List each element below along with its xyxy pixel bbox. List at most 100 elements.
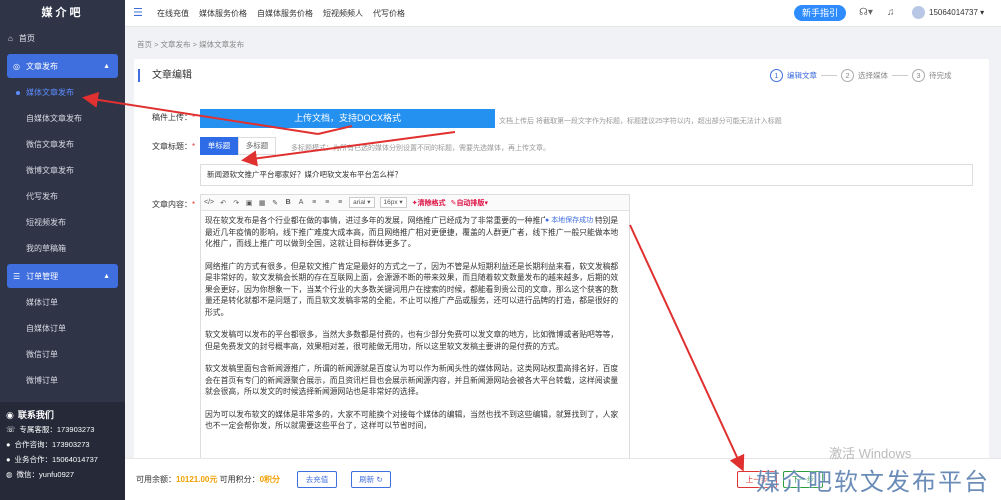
step-number: 2 [841,69,854,82]
contact-wechat: 微信：yunfu0927 [16,470,75,479]
windows-activation-watermark: 激活 Windows [829,446,912,461]
upload-hint: 文档上传后 将截取第一段文字作为标题，标题建议25字符以内，超出部分可能无法计入… [499,118,782,125]
points-value: 0积分 [259,475,281,484]
upload-docx-button[interactable]: 上传文档，支持DOCX格式 [200,109,495,128]
recharge-button[interactable]: 去充值 [297,471,337,488]
breadcrumb: 首页 > 文章发布 > 媒体文章发布 [137,40,245,49]
sidebar-item-media-orders[interactable]: 媒体订单 [0,290,125,316]
balance-info: 可用余额：10121.00元 可用积分：0积分 [136,474,280,485]
tab-multi-title[interactable]: 多标题 [238,137,276,155]
tab-single-title[interactable]: 单标题 [200,137,238,155]
headset-icon: ☏ [6,425,16,434]
contact-row: ◍ 微信：yunfu0927 [6,467,119,482]
clear-format-label: 清除格式 [417,199,446,207]
contact-row: ● 合作咨询：173903273 [6,437,119,452]
home-icon: ⌂ [8,34,13,43]
table-icon[interactable]: ▦ [258,199,266,207]
sidebar-item-weibo-article[interactable]: 微博文章发布 [0,158,125,184]
bold-icon[interactable]: B [284,199,292,206]
list-icon: ☰ [13,271,21,281]
sidebar-item-wechat-article[interactable]: 微信文章发布 [0,132,125,158]
topbar-link-ghostwrite-price[interactable]: 代写价格 [373,8,405,19]
refresh-button[interactable]: 刷新 ↻ [351,471,391,488]
sidebar-item-ghostwrite[interactable]: 代写发布 [0,184,125,210]
step-divider [821,75,837,76]
font-family-select[interactable]: arial ▾ [349,197,375,208]
step-divider [892,75,908,76]
contact-panel: ◉ 联系我们 ☏ 专属客服：173903273 ● 合作咨询：173903273 ●… [0,402,125,500]
step-number: 3 [912,69,925,82]
editor-content[interactable]: 现在软文发布是各个行业都在做的事情，进过多年的发展，网络推广已经成为了非常重要的… [201,211,629,499]
paragraph: 软文发稿里面包含新闻源推广，所谓的新闻源就是百度认为可以作为新闻头性的媒体网站，… [205,364,619,396]
topbar: ☰ 在线充值 媒体服务价格 自媒体服务价格 短视频频人 代写价格 新手指引 ☊▾… [125,0,1001,27]
refresh-icon: ↻ [376,475,383,484]
step-3: 3 待完成 [912,69,952,82]
caret-up-icon: ▲ [103,62,110,70]
nav-group-orders[interactable]: ☰ 订单管理 ▲ [7,264,118,288]
topbar-link-media-price[interactable]: 媒体服务价格 [199,8,247,19]
balance-value: 10121.00元 [176,475,218,484]
bell-icon[interactable]: ♫ [887,7,895,18]
undo-icon[interactable]: ↶ [219,199,227,207]
nav-home-label: 首页 [18,34,35,43]
sidebar-item-weibo-orders[interactable]: 微博订单 [0,368,125,394]
contact-service: 专属客服：173903273 [19,425,95,434]
sidebar-item-selfmedia-article[interactable]: 自媒体文章发布 [0,106,125,132]
help-guide-button[interactable]: 新手指引 [794,5,846,21]
step-label: 待完成 [929,71,952,80]
brand-watermark: 媒介吧软文发布平台 [756,469,990,496]
wechat-icon: ◍ [6,470,13,479]
username[interactable]: 15064014737 ▾ [929,8,984,17]
sidebar: 媒介吧 ⌂ 首页 ◎ 文章发布 ▲ 媒体文章发布 自媒体文章发布 微信文章发布 … [0,0,125,500]
source-code-icon[interactable]: </> [204,199,214,206]
app-root: 媒介吧 ⌂ 首页 ◎ 文章发布 ▲ 媒体文章发布 自媒体文章发布 微信文章发布 … [0,0,1001,500]
contact-row: ● 业务合作：15064014737 [6,452,119,467]
align-right-icon[interactable]: ≡ [336,199,344,206]
contact-title: 联系我们 [17,409,54,420]
paragraph: 因为可以发布软文的媒体是非常多的，大家不可能换个对接每个媒体的编辑，当然也找不到… [205,409,619,431]
auto-layout-button[interactable]: ✎自动排版▾ [451,198,488,208]
save-toast-text: 本地保存成功 [551,217,594,224]
title-input[interactable]: 新闻源软文推广平台哪家好？媒介吧软文发布平台怎么样？ [200,164,973,186]
font-size-select[interactable]: 16px ▾ [379,197,407,208]
align-center-icon[interactable]: ≡ [323,199,331,206]
title-label: 文章标题：* [152,142,196,151]
topbar-link-recharge[interactable]: 在线充值 [157,8,189,19]
clear-format-button[interactable]: ✦清除格式 [412,198,446,208]
topbar-link-selfmedia-price[interactable]: 自媒体服务价格 [257,8,313,19]
headset-icon[interactable]: ☊▾ [859,7,873,18]
redo-icon[interactable]: ↷ [232,199,240,207]
sidebar-item-selfmedia-orders[interactable]: 自媒体订单 [0,316,125,342]
nav-group-article-publish[interactable]: ◎ 文章发布 ▲ [7,54,118,78]
sidebar-item-media-article[interactable]: 媒体文章发布 [0,80,125,106]
step-label: 选择媒体 [858,71,888,80]
menu-toggle-icon[interactable]: ☰ [133,7,147,19]
topbar-link-short-video[interactable]: 短视频频人 [323,8,363,19]
sidebar-item-drafts[interactable]: 我的草稿箱 [0,236,125,262]
avatar[interactable] [912,6,925,19]
align-left-icon[interactable]: ≡ [310,199,318,206]
nav-group-label: 文章发布 [25,61,58,71]
upload-label: 稿件上传：* [152,113,196,122]
image-icon[interactable]: ▣ [245,199,253,207]
format-icon[interactable]: ✎ [271,199,279,207]
save-toast: ● 本地保存成功 [545,215,594,225]
step-1: 1 编辑文章 [770,69,817,82]
location-icon: ◉ [6,409,14,420]
page-title: 文章编辑 [138,69,192,82]
font-size-value: 16px [383,199,398,206]
username-text: 15064014737 [929,8,978,17]
font-color-icon[interactable]: A [297,199,305,206]
sidebar-item-short-video[interactable]: 短视频发布 [0,210,125,236]
step-label: 编辑文章 [787,71,817,80]
nav-group-label: 订单管理 [26,271,59,281]
step-2: 2 选择媒体 [841,69,888,82]
refresh-label: 刷新 [359,475,375,484]
rich-text-editor[interactable]: </> ↶ ↷ ▣ ▦ ✎ B A ≡ ≡ ≡ arial ▾ 16px ▾ ✦… [200,194,630,500]
contact-title-row: ◉ 联系我们 [6,408,119,422]
contact-row: ☏ 专属客服：173903273 [6,422,119,437]
sidebar-item-wechat-orders[interactable]: 微信订单 [0,342,125,368]
nav-home[interactable]: ⌂ 首页 [0,26,125,52]
info-icon: ● [545,217,550,224]
auto-layout-label: 自动排版 [456,199,485,207]
